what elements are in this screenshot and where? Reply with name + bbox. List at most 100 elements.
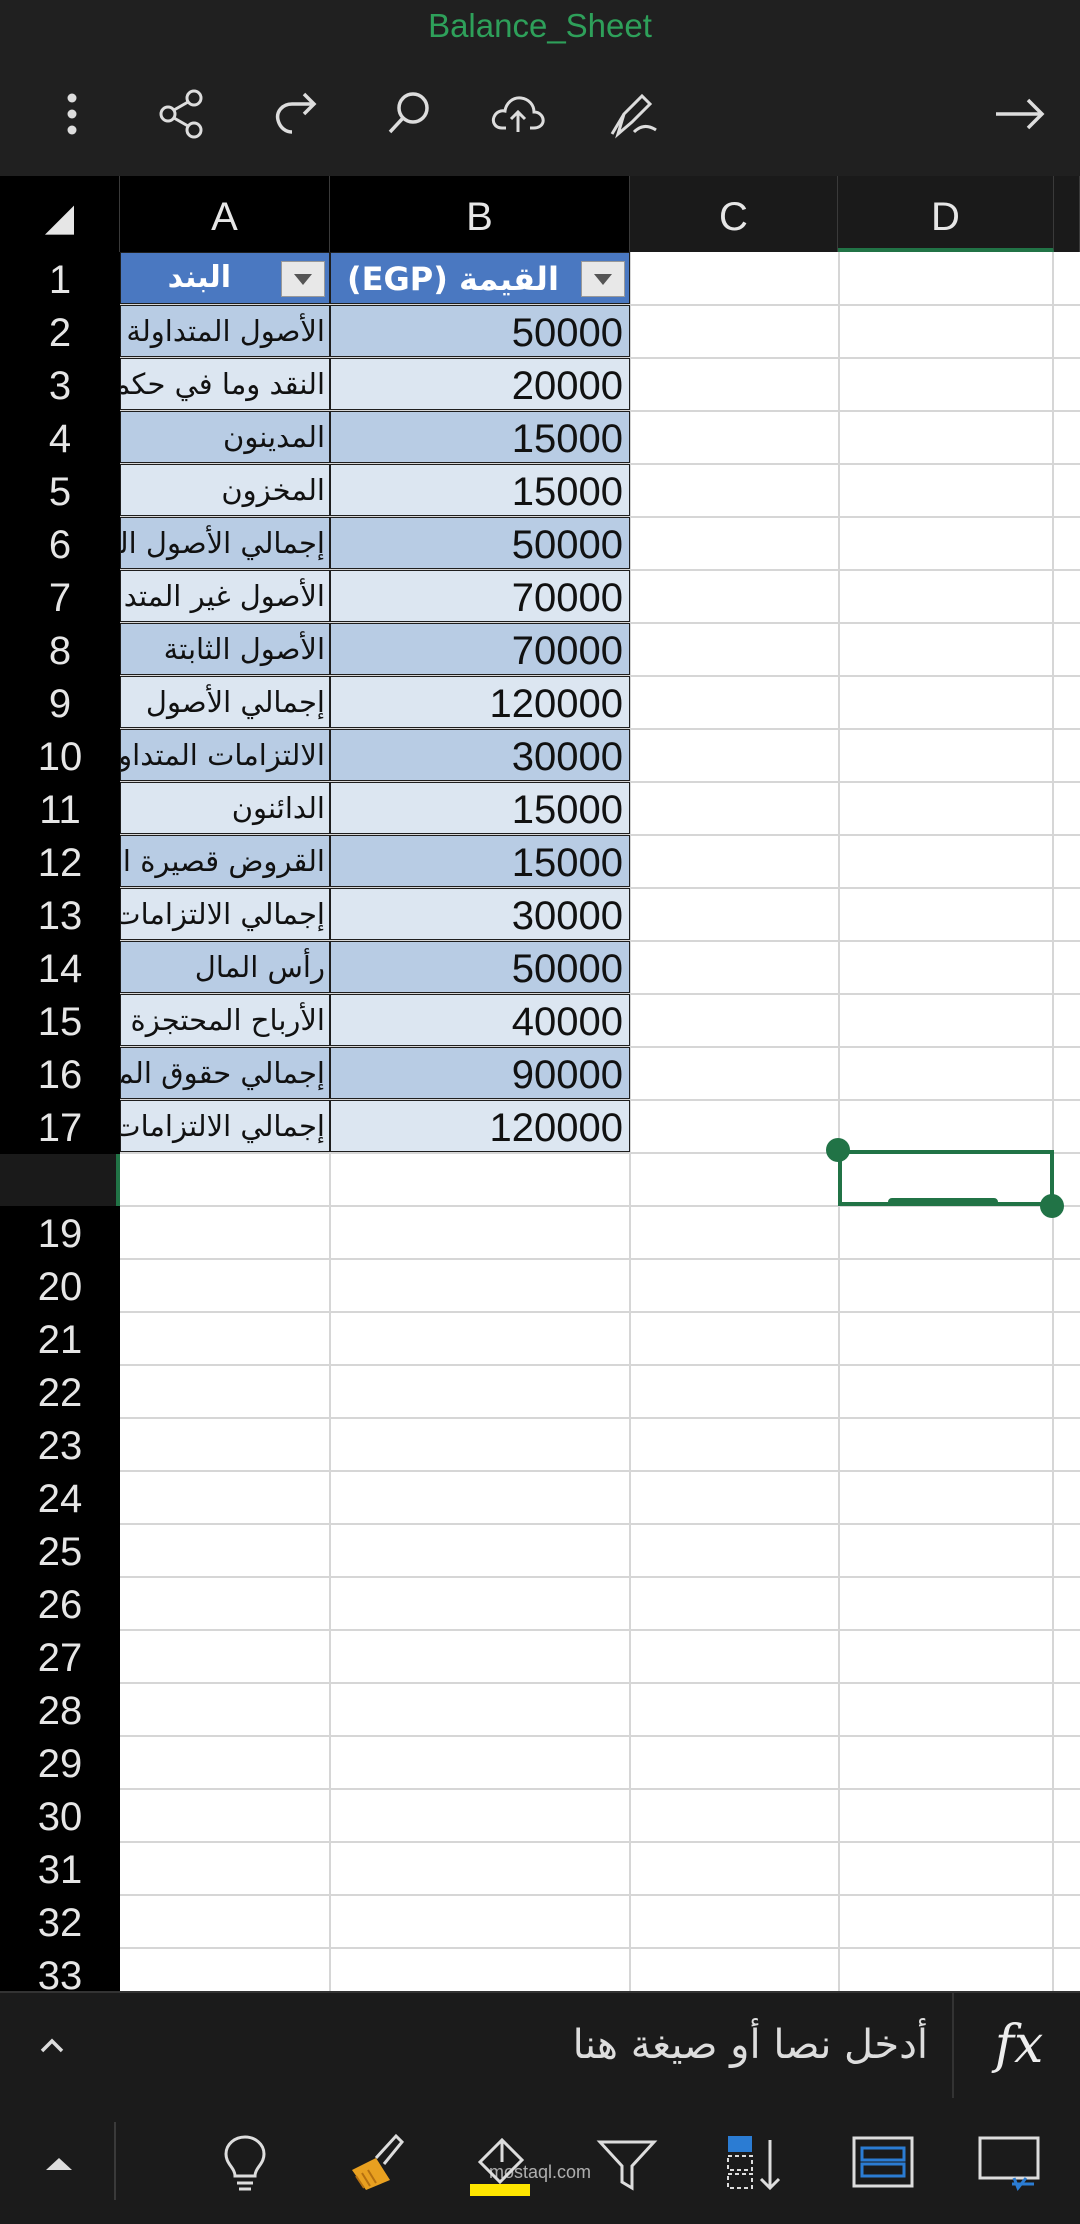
row-header[interactable]: 17 bbox=[0, 1100, 120, 1153]
row-header[interactable]: 22 bbox=[0, 1365, 120, 1418]
grid-line bbox=[120, 1258, 1080, 1260]
selection-handle-top-left[interactable] bbox=[826, 1138, 850, 1162]
filter-dropdown-icon[interactable] bbox=[281, 261, 325, 297]
row-header[interactable]: 10 bbox=[0, 729, 120, 782]
forward-arrow-icon[interactable] bbox=[990, 84, 1050, 144]
table-cell-value[interactable]: 15000 bbox=[330, 411, 630, 463]
table-cell-item[interactable]: النقد وما في حكمه bbox=[120, 358, 330, 410]
row-header[interactable]: 21 bbox=[0, 1312, 120, 1365]
pen-edit-icon[interactable] bbox=[604, 84, 664, 144]
formula-input[interactable]: أدخل نصا أو صيغة هنا bbox=[100, 1993, 954, 2098]
row-header[interactable]: 20 bbox=[0, 1259, 120, 1312]
column-header-c[interactable]: C bbox=[630, 176, 838, 252]
table-cell-item[interactable]: القروض قصيرة الأجل bbox=[120, 835, 330, 887]
row-header[interactable]: 13 bbox=[0, 888, 120, 941]
table-cell-item[interactable]: الدائنون bbox=[120, 782, 330, 834]
row-header[interactable]: 32 bbox=[0, 1895, 120, 1948]
table-cell-item[interactable]: إجمالي الأصول bbox=[120, 676, 330, 728]
table-cell-item[interactable]: الأرباح المحتجزة bbox=[120, 994, 330, 1046]
lightbulb-icon[interactable] bbox=[210, 2128, 280, 2198]
row-header[interactable]: 26 bbox=[0, 1577, 120, 1630]
search-icon[interactable] bbox=[378, 84, 438, 144]
table-cell-value[interactable]: 90000 bbox=[330, 1047, 630, 1099]
row-header[interactable]: 4 bbox=[0, 411, 120, 464]
table-cell-item[interactable]: الالتزامات المتداولة bbox=[120, 729, 330, 781]
table-cell-value[interactable]: 120000 bbox=[330, 1100, 630, 1152]
table-cell-value[interactable]: 20000 bbox=[330, 358, 630, 410]
table-cell-value[interactable]: 70000 bbox=[330, 623, 630, 675]
row-header[interactable]: 8 bbox=[0, 623, 120, 676]
spreadsheet-grid[interactable]: ◢ A B C D 123456789101112131415161718192… bbox=[0, 176, 1080, 1991]
table-cell-value[interactable]: 50000 bbox=[330, 517, 630, 569]
expand-up-icon[interactable] bbox=[24, 2128, 94, 2198]
row-header[interactable]: 12 bbox=[0, 835, 120, 888]
row-header[interactable]: 25 bbox=[0, 1524, 120, 1577]
row-header[interactable]: 27 bbox=[0, 1630, 120, 1683]
table-cell-value[interactable]: 30000 bbox=[330, 888, 630, 940]
row-header[interactable]: 30 bbox=[0, 1789, 120, 1842]
table-style-icon[interactable] bbox=[848, 2128, 918, 2198]
row-header[interactable]: 33 bbox=[0, 1948, 120, 1991]
table-cell-item[interactable]: المخزون bbox=[120, 464, 330, 516]
table-cell-item[interactable]: الأصول غير المتداولة bbox=[120, 570, 330, 622]
selection-handle-bottom-right[interactable] bbox=[1040, 1194, 1064, 1218]
column-header-a[interactable]: A bbox=[120, 176, 330, 252]
top-toolbar bbox=[0, 52, 1080, 176]
comment-icon[interactable] bbox=[974, 2128, 1044, 2198]
row-header[interactable]: 3 bbox=[0, 358, 120, 411]
table-cell-value[interactable]: 50000 bbox=[330, 941, 630, 993]
share-icon[interactable] bbox=[152, 84, 212, 144]
row-header[interactable]: 11 bbox=[0, 782, 120, 835]
table-header-a[interactable]: البند bbox=[120, 252, 330, 304]
grid-line bbox=[120, 1735, 1080, 1737]
row-header[interactable]: 19 bbox=[0, 1206, 120, 1259]
table-cell-value[interactable]: 15000 bbox=[330, 782, 630, 834]
row-header[interactable]: 1 bbox=[0, 252, 120, 305]
chevron-up-icon[interactable] bbox=[20, 2015, 84, 2075]
grid-line bbox=[120, 1682, 1080, 1684]
table-cell-value[interactable]: 30000 bbox=[330, 729, 630, 781]
more-vertical-icon[interactable] bbox=[42, 84, 102, 144]
table-cell-item[interactable]: إجمالي الالتزامات bbox=[120, 888, 330, 940]
table-cell-item[interactable]: إجمالي حقوق الملكية bbox=[120, 1047, 330, 1099]
table-cell-value[interactable]: 40000 bbox=[330, 994, 630, 1046]
row-header[interactable]: 24 bbox=[0, 1471, 120, 1524]
row-header[interactable]: 16 bbox=[0, 1047, 120, 1100]
row-header[interactable]: 23 bbox=[0, 1418, 120, 1471]
table-header-b[interactable]: القيمة (EGP) bbox=[330, 252, 630, 304]
row-header[interactable]: 9 bbox=[0, 676, 120, 729]
cloud-upload-icon[interactable] bbox=[488, 84, 548, 144]
row-header[interactable]: 31 bbox=[0, 1842, 120, 1895]
table-cell-value[interactable]: 50000 bbox=[330, 305, 630, 357]
row-header[interactable]: 29 bbox=[0, 1736, 120, 1789]
grid-line bbox=[120, 1576, 1080, 1578]
column-header-e[interactable] bbox=[1054, 176, 1080, 252]
filter-dropdown-icon[interactable] bbox=[581, 261, 625, 297]
column-header-d[interactable]: D bbox=[838, 176, 1054, 252]
table-cell-value[interactable]: 120000 bbox=[330, 676, 630, 728]
table-cell-item[interactable]: إجمالي الالتزامات وحقوق الملكية bbox=[120, 1100, 330, 1152]
table-cell-value[interactable]: 70000 bbox=[330, 570, 630, 622]
table-cell-item[interactable]: الأصول الثابتة bbox=[120, 623, 330, 675]
table-cell-item[interactable]: إجمالي الأصول المتداولة bbox=[120, 517, 330, 569]
select-all-button[interactable]: ◢ bbox=[0, 176, 120, 252]
sort-icon[interactable] bbox=[720, 2128, 790, 2198]
redo-icon[interactable] bbox=[266, 84, 326, 144]
row-header[interactable]: 7 bbox=[0, 570, 120, 623]
row-header[interactable]: 15 bbox=[0, 994, 120, 1047]
format-brush-icon[interactable] bbox=[340, 2128, 410, 2198]
row-header[interactable]: 6 bbox=[0, 517, 120, 570]
table-cell-value[interactable]: 15000 bbox=[330, 835, 630, 887]
table-cell-item[interactable]: المدينون bbox=[120, 411, 330, 463]
selected-cell-d18[interactable] bbox=[838, 1150, 1054, 1206]
grid-line bbox=[838, 252, 840, 1991]
row-header[interactable]: 2 bbox=[0, 305, 120, 358]
table-cell-value[interactable]: 15000 bbox=[330, 464, 630, 516]
column-header-b[interactable]: B bbox=[330, 176, 630, 252]
table-cell-item[interactable]: الأصول المتداولة bbox=[120, 305, 330, 357]
row-header[interactable]: 5 bbox=[0, 464, 120, 517]
table-cell-item[interactable]: رأس المال bbox=[120, 941, 330, 993]
fx-button[interactable]: fx bbox=[958, 1993, 1080, 2098]
row-header[interactable]: 14 bbox=[0, 941, 120, 994]
row-header[interactable]: 28 bbox=[0, 1683, 120, 1736]
